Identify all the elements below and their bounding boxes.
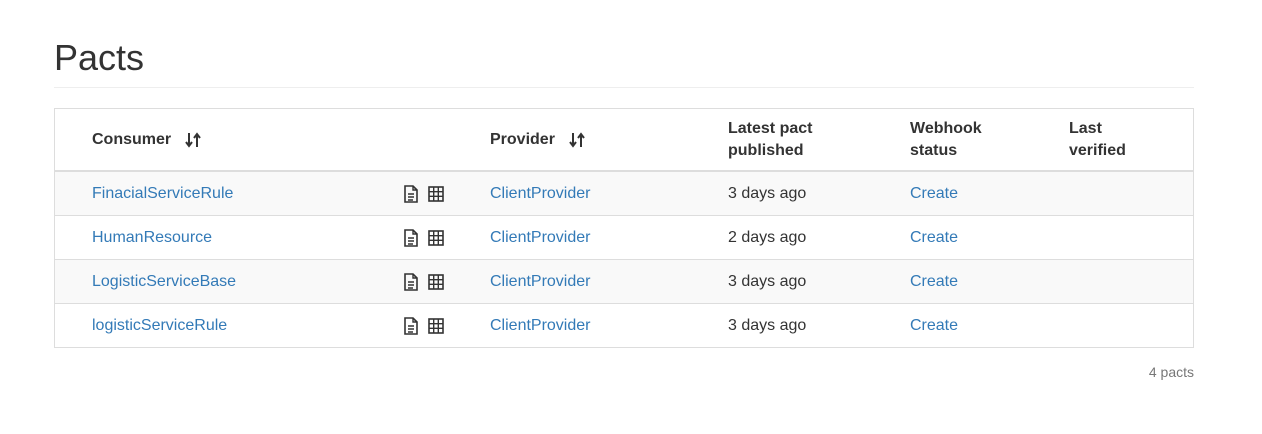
consumer-link[interactable]: HumanResource	[92, 227, 212, 249]
table-header-row: Consumer Provider Latest pact published …	[55, 109, 1193, 172]
page-title: Pacts	[54, 37, 145, 78]
last-verified-header: Last verified	[1069, 109, 1126, 170]
create-webhook-link[interactable]: Create	[910, 227, 958, 249]
document-icon[interactable]	[403, 272, 419, 291]
document-icon[interactable]	[403, 228, 419, 247]
provider-link[interactable]: ClientProvider	[490, 183, 590, 205]
title-divider	[54, 87, 1194, 88]
provider-link[interactable]: ClientProvider	[490, 227, 590, 249]
consumer-link[interactable]: LogisticServiceBase	[92, 271, 236, 293]
consumer-link[interactable]: FinacialServiceRule	[92, 183, 233, 205]
sort-arrows-icon[interactable]	[569, 131, 585, 148]
document-icon[interactable]	[403, 316, 419, 335]
webhook-header-line1: Webhook	[910, 119, 982, 137]
latest-pact-header-line1: Latest pact	[728, 119, 813, 137]
consumer-link[interactable]: logisticServiceRule	[92, 315, 227, 337]
latest-pact-header: Latest pact published	[728, 109, 812, 170]
last-verified-header-line1: Last	[1069, 119, 1102, 137]
latest-pact-header-line2: published	[728, 141, 804, 159]
published-time: 3 days ago	[728, 316, 807, 334]
table-row: LogisticServiceBase ClientProvider 3 day…	[55, 259, 1193, 303]
provider-link[interactable]: ClientProvider	[490, 271, 590, 293]
table-row: HumanResource ClientProvider 2 days ago …	[55, 215, 1193, 259]
published-time: 3 days ago	[728, 184, 807, 202]
table-grid-icon[interactable]	[428, 273, 444, 290]
pacts-table: Consumer Provider Latest pact published …	[54, 108, 1194, 348]
provider-link[interactable]: ClientProvider	[490, 315, 590, 337]
create-webhook-link[interactable]: Create	[910, 315, 958, 337]
table-row: FinacialServiceRule ClientProvider 3 day…	[55, 172, 1193, 215]
webhook-header-line2: status	[910, 141, 958, 159]
provider-header: Provider	[490, 109, 585, 170]
pact-count: 4 pacts	[1148, 364, 1194, 380]
create-webhook-link[interactable]: Create	[910, 271, 958, 293]
published-time: 3 days ago	[728, 272, 807, 290]
published-time: 2 days ago	[728, 228, 807, 246]
table-grid-icon[interactable]	[428, 317, 444, 334]
table-grid-icon[interactable]	[428, 185, 444, 202]
create-webhook-link[interactable]: Create	[910, 183, 958, 205]
webhook-status-header: Webhook status	[910, 109, 982, 170]
provider-header-label: Provider	[490, 130, 555, 148]
consumer-header-label: Consumer	[92, 130, 172, 148]
table-grid-icon[interactable]	[428, 229, 444, 246]
document-icon[interactable]	[403, 184, 419, 203]
last-verified-header-line2: verified	[1069, 141, 1126, 159]
table-row: logisticServiceRule ClientProvider 3 day…	[55, 303, 1193, 347]
consumer-header: Consumer	[92, 109, 201, 170]
sort-arrows-icon[interactable]	[185, 131, 201, 148]
